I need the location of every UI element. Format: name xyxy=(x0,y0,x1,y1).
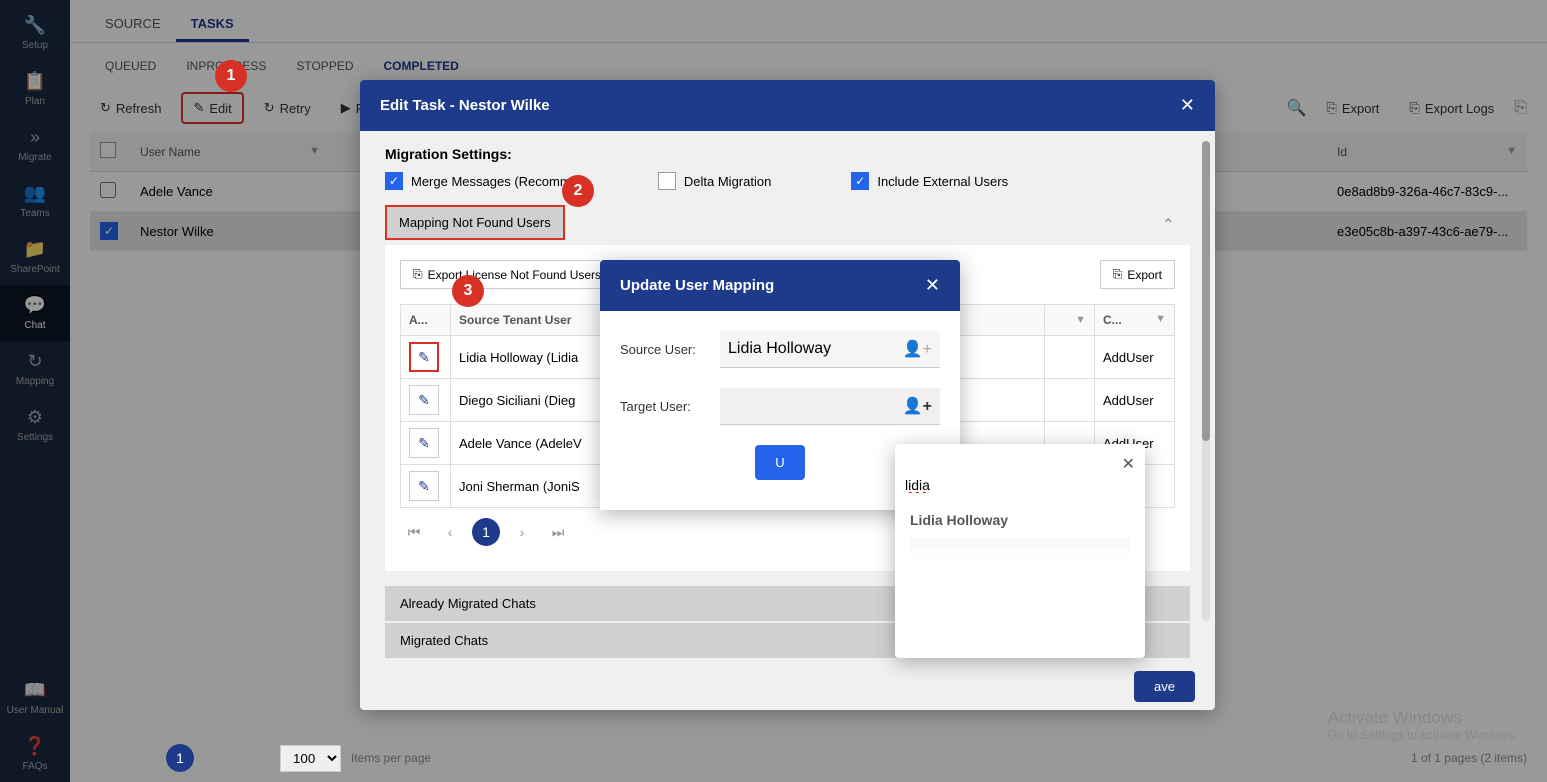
pager-last[interactable]: ⏭ xyxy=(544,518,572,546)
edit-row-button[interactable]: ✎ xyxy=(409,471,439,501)
edit-row-button[interactable]: ✎ xyxy=(409,385,439,415)
page-size-select[interactable]: 100 xyxy=(280,745,341,772)
callout-1: 1 xyxy=(215,60,247,92)
delta-checkbox[interactable]: Delta Migration xyxy=(658,172,771,190)
update-button[interactable]: U xyxy=(755,445,804,480)
export-icon: ⎘ xyxy=(413,267,423,282)
pager-prev[interactable]: ‹ xyxy=(436,518,464,546)
chevron-up-icon[interactable]: ⌃ xyxy=(1147,205,1190,245)
items-per-page-label: Items per page xyxy=(351,751,431,765)
target-user-label: Target User: xyxy=(620,399,720,414)
user-add-icon[interactable]: 👤+ xyxy=(903,396,932,416)
export-icon: ⎘ xyxy=(1113,267,1123,282)
callout-3: 3 xyxy=(452,275,484,307)
edit-row-button[interactable]: ✎ xyxy=(409,428,439,458)
accordion-mapping-not-found[interactable]: Mapping Not Found Users xyxy=(385,205,565,240)
user-add-icon: 👤+ xyxy=(903,339,932,359)
pager-prev[interactable]: ‹ xyxy=(128,744,156,772)
close-button[interactable]: ✕ xyxy=(1122,454,1135,474)
dropdown-item-detail xyxy=(910,538,1130,558)
scrollbar[interactable] xyxy=(1202,141,1210,621)
filter-icon[interactable]: ▼ xyxy=(1155,313,1166,325)
modal-header: Edit Task - Nestor Wilke ✕ xyxy=(360,80,1215,131)
filter-icon[interactable]: ▼ xyxy=(1075,314,1086,326)
user-search-dropdown: ✕ Lidia Holloway xyxy=(895,444,1145,658)
dropdown-item[interactable]: Lidia Holloway xyxy=(905,502,1135,538)
pager-first[interactable]: ⏮ xyxy=(400,518,428,546)
pager-next[interactable]: › xyxy=(508,518,536,546)
callout-2: 2 xyxy=(562,175,594,207)
page-summary: 1 of 1 pages (2 items) xyxy=(1411,751,1527,765)
pager-page-1[interactable]: 1 xyxy=(166,744,194,772)
export-license-button[interactable]: ⎘Export License Not Found Users xyxy=(400,260,614,289)
footer-pager: ⏮ ‹ 1 › ⏭ 100 Items per page 1 of 1 page… xyxy=(90,744,1527,772)
pager-last[interactable]: ⏭ xyxy=(242,744,270,772)
settings-title: Migration Settings: xyxy=(385,146,1190,162)
modal-title: Edit Task - Nestor Wilke xyxy=(380,97,550,114)
pager-page-1[interactable]: 1 xyxy=(472,518,500,546)
update-modal-title: Update User Mapping xyxy=(620,277,774,294)
windows-watermark: Activate Windows Go to Settings to activ… xyxy=(1328,708,1517,742)
source-user-label: Source User: xyxy=(620,342,720,357)
close-button[interactable]: ✕ xyxy=(1180,95,1195,116)
pager-next[interactable]: › xyxy=(204,744,232,772)
export-button[interactable]: ⎘Export xyxy=(1100,260,1175,289)
edit-row-button[interactable]: ✎ xyxy=(409,342,439,372)
target-user-input[interactable]: 👤+ xyxy=(720,388,940,425)
close-button[interactable]: ✕ xyxy=(925,275,940,296)
source-user-input[interactable]: Lidia Holloway 👤+ xyxy=(720,331,940,368)
user-search-input[interactable] xyxy=(905,469,1135,502)
save-button[interactable]: ave xyxy=(1134,671,1195,702)
merge-checkbox[interactable]: ✓Merge Messages (Recomme xyxy=(385,172,578,190)
pager-first[interactable]: ⏮ xyxy=(90,744,118,772)
external-checkbox[interactable]: ✓Include External Users xyxy=(851,172,1008,190)
